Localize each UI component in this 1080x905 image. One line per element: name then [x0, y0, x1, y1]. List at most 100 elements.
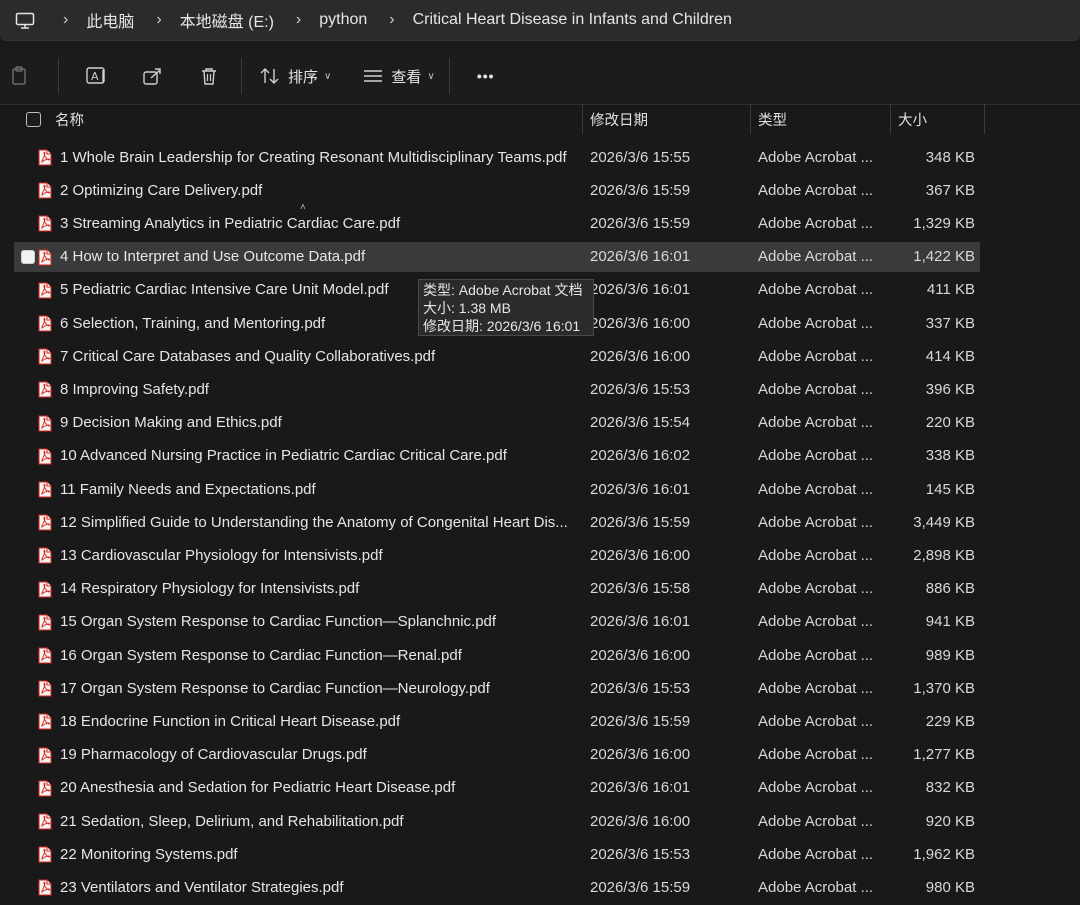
file-name: 21 Sedation, Sleep, Delirium, and Rehabi…	[60, 812, 404, 830]
column-type[interactable]: 类型	[758, 104, 787, 134]
file-row[interactable]: 21 Sedation, Sleep, Delirium, and Rehabi…	[14, 806, 980, 836]
file-size: 367 KB	[925, 181, 975, 199]
file-date: 2026/3/6 16:01	[590, 248, 691, 266]
file-date: 2026/3/6 15:59	[590, 181, 691, 199]
column-date[interactable]: 修改日期	[590, 104, 648, 134]
rename-icon: A	[79, 58, 115, 94]
file-row[interactable]: 3 Streaming Analytics in Pediatric Cardi…	[14, 208, 980, 238]
file-date: 2026/3/6 16:00	[590, 314, 691, 332]
file-type: Adobe Acrobat ...	[758, 646, 874, 664]
pdf-file-icon	[38, 647, 52, 664]
file-type: Adobe Acrobat ...	[758, 712, 874, 730]
chevron-down-icon: ∨	[324, 70, 332, 82]
file-row[interactable]: 9 Decision Making and Ethics.pdf 2026/3/6…	[14, 408, 980, 438]
file-type: Adobe Acrobat ...	[758, 812, 874, 830]
file-type: Adobe Acrobat ...	[758, 580, 874, 598]
file-size: 348 KB	[925, 148, 975, 166]
pdf-file-icon	[38, 182, 52, 199]
file-date: 2026/3/6 15:58	[590, 580, 691, 598]
file-date: 2026/3/6 15:59	[590, 214, 691, 232]
row-checkbox[interactable]	[21, 249, 35, 264]
select-all-checkbox[interactable]	[26, 104, 41, 134]
toolbar-divider	[448, 58, 450, 94]
view-button[interactable]: 查看 ∨	[359, 58, 435, 94]
file-row[interactable]: 15 Organ System Response to Cardiac Func…	[14, 607, 980, 637]
view-label: 查看	[391, 68, 422, 86]
file-name: 3 Streaming Analytics in Pediatric Cardi…	[60, 214, 401, 232]
pdf-file-icon	[38, 249, 52, 266]
delete-button[interactable]	[191, 58, 227, 94]
breadcrumb-item[interactable]: 本地磁盘 (E:)	[180, 8, 274, 32]
chevron-right-icon[interactable]: ›	[296, 11, 301, 29]
column-divider[interactable]	[890, 104, 891, 134]
breadcrumb-item[interactable]: python	[319, 11, 367, 29]
file-row[interactable]: 22 Monitoring Systems.pdf 2026/3/6 15:53 A…	[14, 839, 980, 869]
file-date: 2026/3/6 16:01	[590, 480, 691, 498]
file-date: 2026/3/6 16:00	[590, 746, 691, 764]
file-row[interactable]: 17 Organ System Response to Cardiac Func…	[14, 673, 980, 703]
file-size: 411 KB	[926, 281, 975, 299]
chevron-right-icon[interactable]: ›	[389, 11, 394, 29]
sort-label: 排序	[288, 68, 319, 86]
chevron-right-icon[interactable]: ›	[156, 11, 161, 29]
breadcrumb-item[interactable]: 此电脑	[86, 8, 134, 32]
pdf-file-icon	[38, 581, 52, 598]
file-type: Adobe Acrobat ...	[758, 679, 874, 697]
file-name: 19 Pharmacology of Cardiovascular Drugs.…	[60, 746, 367, 764]
file-row[interactable]: 16 Organ System Response to Cardiac Func…	[14, 640, 980, 670]
pdf-file-icon	[38, 747, 52, 764]
file-row[interactable]: 1 Whole Brain Leadership for Creating Re…	[14, 142, 980, 172]
rename-button[interactable]: A	[79, 58, 115, 94]
file-row[interactable]: 19 Pharmacology of Cardiovascular Drugs.…	[14, 740, 980, 770]
toolbar-divider	[58, 58, 59, 94]
checkbox-box	[26, 111, 41, 127]
file-row[interactable]: 2 Optimizing Care Delivery.pdf 2026/3/6 1…	[14, 175, 980, 205]
file-row[interactable]: 10 Advanced Nursing Practice in Pediatri…	[14, 441, 980, 471]
column-divider[interactable]	[750, 104, 751, 134]
column-divider[interactable]	[984, 104, 985, 134]
file-date: 2026/3/6 15:59	[590, 878, 691, 896]
file-row[interactable]: 20 Anesthesia and Sedation for Pediatric…	[14, 773, 980, 803]
file-type: Adobe Acrobat ...	[758, 746, 874, 764]
file-date: 2026/3/6 16:01	[590, 779, 691, 797]
file-row[interactable]: 7 Critical Care Databases and Quality Co…	[14, 341, 980, 371]
column-divider[interactable]	[582, 104, 583, 134]
file-name: 8 Improving Safety.pdf	[60, 380, 209, 398]
file-size: 229 KB	[925, 712, 975, 730]
pdf-file-icon	[38, 547, 52, 564]
file-row[interactable]: 4 How to Interpret and Use Outcome Data.…	[14, 241, 980, 272]
share-button[interactable]	[135, 58, 171, 94]
computer-icon[interactable]	[15, 12, 35, 29]
file-row[interactable]: 23 Ventilators and Ventilator Strategies…	[14, 872, 980, 902]
file-date: 2026/3/6 15:53	[590, 845, 691, 863]
more-options-button[interactable]: •••	[466, 58, 506, 94]
file-row[interactable]: 14 Respiratory Physiology for Intensivis…	[14, 574, 980, 604]
pdf-file-icon	[38, 846, 52, 863]
file-name: 10 Advanced Nursing Practice in Pediatri…	[60, 447, 507, 465]
sort-button[interactable]: 排序 ∨	[256, 58, 331, 94]
file-row[interactable]: 12 Simplified Guide to Understanding the…	[14, 507, 980, 537]
chevron-right-icon[interactable]: ›	[63, 11, 68, 29]
file-row[interactable]: 13 Cardiovascular Physiology for Intensi…	[14, 540, 980, 570]
file-type: Adobe Acrobat ...	[758, 447, 874, 465]
column-header: 名称 ˄ 修改日期 类型 大小	[0, 104, 1080, 213]
file-name: 11 Family Needs and Expectations.pdf	[60, 480, 316, 498]
file-type: Adobe Acrobat ...	[758, 181, 874, 199]
file-size: 941 KB	[925, 613, 975, 631]
file-type: Adobe Acrobat ...	[758, 845, 874, 863]
paste-button[interactable]	[2, 58, 38, 94]
file-row[interactable]: 11 Family Needs and Expectations.pdf 2026…	[14, 474, 980, 504]
file-row[interactable]: 18 Endocrine Function in Critical Heart …	[14, 706, 980, 736]
column-name[interactable]: 名称	[55, 104, 84, 134]
file-date: 2026/3/6 15:54	[590, 414, 691, 432]
column-size[interactable]: 大小	[898, 104, 927, 134]
file-type: Adobe Acrobat ...	[758, 248, 874, 266]
file-date: 2026/3/6 16:00	[590, 646, 691, 664]
breadcrumb-item[interactable]: Critical Heart Disease in Infants and Ch…	[413, 11, 732, 29]
file-size: 920 KB	[925, 812, 975, 830]
file-row[interactable]: 8 Improving Safety.pdf 2026/3/6 15:53 Adob…	[14, 374, 980, 404]
tooltip-date: 修改日期: 2026/3/6 16:01	[423, 318, 581, 334]
file-type: Adobe Acrobat ...	[758, 513, 874, 531]
file-date: 2026/3/6 15:59	[590, 513, 691, 531]
pdf-file-icon	[38, 448, 52, 465]
